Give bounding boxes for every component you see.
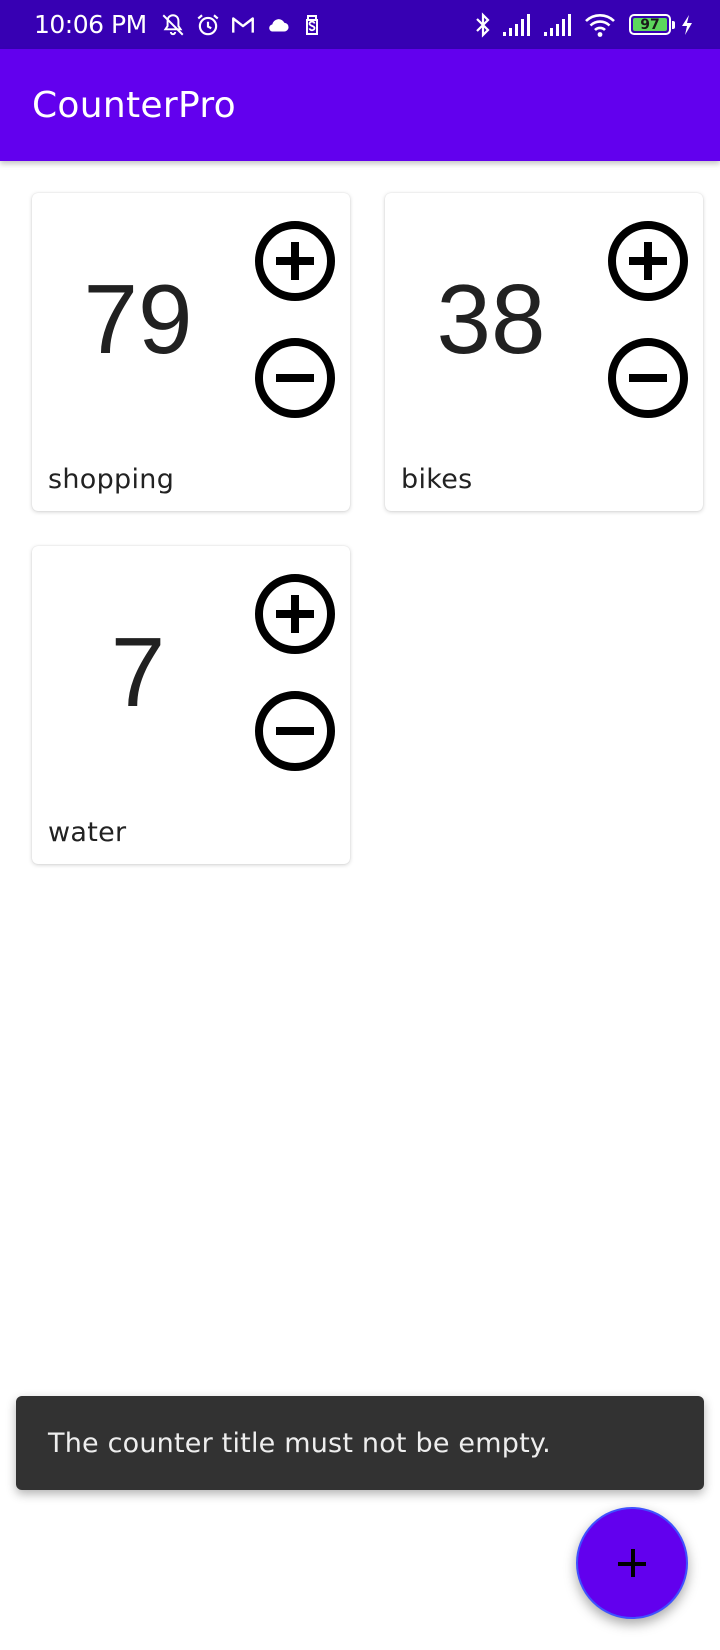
cloud-icon (268, 18, 289, 32)
charging-icon (682, 14, 692, 35)
snackbar-message: The counter title must not be empty. (48, 1427, 551, 1459)
add-counter-fab[interactable] (576, 1507, 688, 1619)
decrement-button[interactable] (255, 691, 335, 771)
battery-percent: 97 (640, 16, 660, 33)
status-bar: 10:06 PM 97 (0, 0, 720, 49)
decrement-button[interactable] (608, 338, 688, 418)
alarm-icon (197, 13, 219, 35)
counter-title: water (48, 817, 127, 848)
counter-value: 38 (436, 264, 546, 374)
signal-icon (544, 13, 571, 36)
counter-title: bikes (401, 464, 473, 495)
counter-card[interactable]: 79 shopping (32, 193, 350, 511)
counter-value: 79 (83, 264, 193, 374)
counter-card[interactable]: 7 water (32, 546, 350, 864)
counter-title: shopping (48, 464, 175, 495)
wifi-icon (585, 13, 615, 37)
increment-button[interactable] (255, 221, 335, 301)
status-time: 10:06 PM (34, 10, 147, 39)
bluetooth-icon (476, 11, 490, 38)
increment-button[interactable] (608, 221, 688, 301)
increment-button[interactable] (255, 574, 335, 654)
gmail-icon (231, 16, 254, 33)
app-bar: CounterPro (0, 49, 720, 161)
signal-icon (503, 13, 530, 36)
minus-icon (276, 727, 314, 735)
snackbar: The counter title must not be empty. (16, 1396, 704, 1490)
sim-toolkit-icon (305, 14, 318, 35)
counter-card[interactable]: 38 bikes (385, 193, 703, 511)
decrement-button[interactable] (255, 338, 335, 418)
battery-indicator: 97 (629, 14, 675, 35)
app-title: CounterPro (32, 84, 236, 126)
minus-icon (276, 374, 314, 382)
notifications-off-icon (162, 13, 184, 35)
minus-icon (629, 374, 667, 382)
counter-value: 7 (110, 617, 166, 727)
